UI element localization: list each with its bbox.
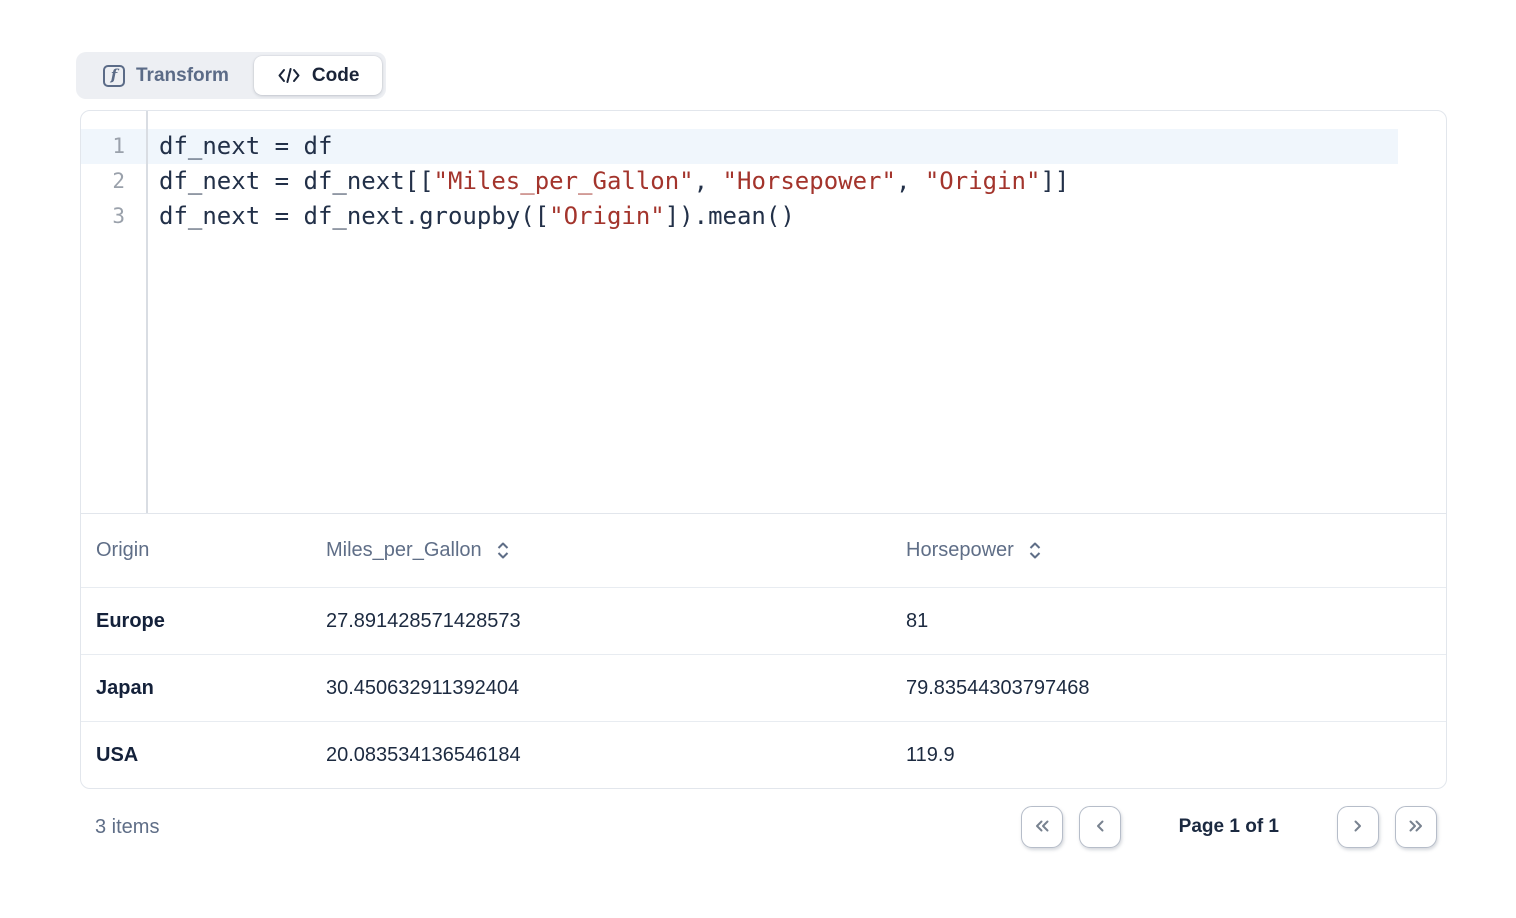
chevron-right-icon bbox=[1349, 817, 1367, 838]
line-number: 3 bbox=[81, 199, 146, 234]
sort-icon[interactable] bbox=[495, 541, 511, 560]
code-text: df_next = df_next.groupby(["Origin"]).me… bbox=[146, 199, 795, 234]
table-row: Japan30.45063291139240479.83544303797468 bbox=[81, 654, 1446, 721]
table-cell: Europe bbox=[81, 610, 326, 633]
code-text: df_next = df bbox=[146, 129, 332, 164]
table-cell: USA bbox=[81, 744, 326, 767]
code-editor-lines: 1df_next = df2df_next = df_next[["Miles_… bbox=[81, 129, 1446, 234]
code-line[interactable]: 2df_next = df_next[["Miles_per_Gallon", … bbox=[81, 164, 1398, 199]
pagination: Page 1 of 1 bbox=[1021, 806, 1437, 848]
code-editor[interactable]: 1df_next = df2df_next = df_next[["Miles_… bbox=[81, 111, 1446, 513]
line-number: 1 bbox=[81, 129, 146, 164]
transform-panel: 1df_next = df2df_next = df_next[["Miles_… bbox=[80, 110, 1447, 789]
column-header-origin: Origin bbox=[81, 539, 326, 562]
tab-transform[interactable]: f Transform bbox=[80, 56, 252, 95]
next-page-button[interactable] bbox=[1337, 806, 1379, 848]
table-cell: 79.83544303797468 bbox=[906, 677, 1446, 700]
sort-icon[interactable] bbox=[1027, 541, 1043, 560]
tab-code-label: Code bbox=[312, 65, 360, 87]
last-page-button[interactable] bbox=[1395, 806, 1437, 848]
chevron-left-icon bbox=[1091, 817, 1109, 838]
code-brackets-icon bbox=[277, 66, 301, 85]
code-text: df_next = df_next[["Miles_per_Gallon", "… bbox=[146, 164, 1069, 199]
gutter-divider bbox=[146, 111, 148, 513]
tab-transform-label: Transform bbox=[136, 65, 229, 87]
page-indicator: Page 1 of 1 bbox=[1179, 816, 1279, 838]
table-body: Europe27.89142857142857381Japan30.450632… bbox=[81, 587, 1446, 788]
table-cell: Japan bbox=[81, 677, 326, 700]
view-toggle: f Transform Code bbox=[76, 52, 386, 99]
table-cell: 119.9 bbox=[906, 744, 1446, 767]
table-cell: 20.083534136546184 bbox=[326, 744, 906, 767]
code-line[interactable]: 1df_next = df bbox=[81, 129, 1398, 164]
items-count: 3 items bbox=[95, 816, 159, 839]
line-number: 2 bbox=[81, 164, 146, 199]
table-row: Europe27.89142857142857381 bbox=[81, 587, 1446, 654]
tab-code[interactable]: Code bbox=[254, 56, 383, 95]
table-cell: 27.891428571428573 bbox=[326, 610, 906, 633]
column-header-horsepower[interactable]: Horsepower bbox=[906, 539, 1446, 562]
code-line[interactable]: 3df_next = df_next.groupby(["Origin"]).m… bbox=[81, 199, 1398, 234]
table-cell: 81 bbox=[906, 610, 1446, 633]
column-header-miles-per-gallon[interactable]: Miles_per_Gallon bbox=[326, 539, 906, 562]
previous-page-button[interactable] bbox=[1079, 806, 1121, 848]
chevrons-right-icon bbox=[1406, 817, 1426, 838]
first-page-button[interactable] bbox=[1021, 806, 1063, 848]
table-header-row: Origin Miles_per_Gallon Horsepower bbox=[81, 513, 1446, 587]
column-header-label: Miles_per_Gallon bbox=[326, 539, 482, 562]
column-header-label: Origin bbox=[96, 539, 149, 562]
table-cell: 30.450632911392404 bbox=[326, 677, 906, 700]
function-icon: f bbox=[103, 65, 125, 87]
column-header-label: Horsepower bbox=[906, 539, 1014, 562]
table-footer: 3 items Page 1 of 1 bbox=[80, 806, 1447, 848]
table-row: USA20.083534136546184119.9 bbox=[81, 721, 1446, 788]
chevrons-left-icon bbox=[1032, 817, 1052, 838]
